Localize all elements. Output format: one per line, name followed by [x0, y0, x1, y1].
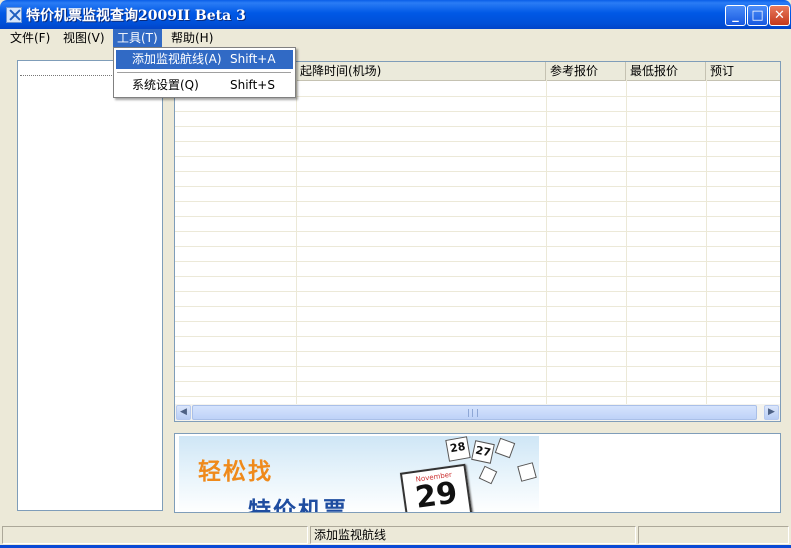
- menu-bar: 文件(F) 视图(V) 工具(T) 帮助(H): [0, 29, 791, 47]
- horizontal-scrollbar[interactable]: ◀ ▶: [175, 404, 780, 421]
- grid-row-line: [175, 276, 780, 277]
- small-calendar-icon: [517, 462, 537, 482]
- menu-item-shortcut: Shift+S: [230, 78, 275, 92]
- menu-tools[interactable]: 工具(T): [113, 29, 162, 47]
- status-bar: 添加监视航线: [0, 525, 791, 545]
- main-window: 特价机票监视查询2009II Beta 3 _ □ ✕ 文件(F) 视图(V) …: [0, 0, 791, 548]
- grid-row-line: [175, 321, 780, 322]
- grid-row-line: [175, 171, 780, 172]
- grid-row-line: [175, 336, 780, 337]
- calendar-day: 29: [413, 475, 460, 513]
- grid-column-line: [546, 80, 547, 404]
- maximize-button[interactable]: □: [747, 5, 768, 26]
- menu-item-add-route[interactable]: 添加监视航线(A) Shift+A: [116, 50, 293, 69]
- grid-row-line: [175, 261, 780, 262]
- close-button[interactable]: ✕: [769, 5, 790, 26]
- ad-banner-image[interactable]: 轻松找 特价机票 28 27 November 29: [179, 436, 539, 513]
- grid-column-line: [706, 80, 707, 404]
- grid-row-line: [175, 111, 780, 112]
- small-calendar-icon: 28: [445, 436, 471, 462]
- scrollbar-grip-icon: [468, 409, 478, 417]
- grid-column-line: [296, 80, 297, 404]
- grid-row-line: [175, 246, 780, 247]
- title-bar[interactable]: 特价机票监视查询2009II Beta 3 _ □ ✕: [0, 0, 791, 29]
- grid-row-line: [175, 366, 780, 367]
- small-calendar-icon: 27: [471, 440, 495, 464]
- menu-item-label: 添加监视航线(A): [132, 52, 222, 66]
- grid-row-line: [175, 306, 780, 307]
- small-calendar-icon: [494, 437, 516, 459]
- column-header-lowest-price[interactable]: 最低报价: [626, 62, 706, 80]
- menu-item-settings[interactable]: 系统设置(Q) Shift+S: [116, 76, 293, 95]
- grid-row-line: [175, 186, 780, 187]
- status-pane-message: 添加监视航线: [310, 526, 636, 544]
- column-header-booking[interactable]: 预订: [706, 62, 780, 80]
- scroll-right-arrow-icon[interactable]: ▶: [764, 405, 779, 420]
- menu-item-label: 系统设置(Q): [132, 78, 199, 92]
- calendar-icon: November 29: [399, 463, 475, 513]
- scrollbar-thumb[interactable]: [192, 405, 757, 420]
- route-tree-panel[interactable]: [17, 60, 163, 511]
- menu-separator: [117, 72, 291, 73]
- ad-slogan-line1: 轻松找: [198, 458, 273, 485]
- minimize-button[interactable]: _: [725, 5, 746, 26]
- status-pane-left: [2, 526, 308, 544]
- results-grid[interactable]: 起降时间(机场) 参考报价 最低报价 预订 ◀ ▶: [174, 61, 781, 422]
- grid-row-line: [175, 201, 780, 202]
- tools-dropdown-menu: 添加监视航线(A) Shift+A 系统设置(Q) Shift+S: [113, 47, 296, 98]
- grid-row-line: [175, 396, 780, 397]
- grid-row-line: [175, 291, 780, 292]
- grid-row-line: [175, 231, 780, 232]
- grid-row-line: [175, 381, 780, 382]
- small-calendar-icon: [478, 465, 498, 485]
- status-pane-right: [638, 526, 789, 544]
- menu-help[interactable]: 帮助(H): [167, 29, 217, 47]
- grid-column-line: [626, 80, 627, 404]
- grid-row-line: [175, 141, 780, 142]
- window-title: 特价机票监视查询2009II Beta 3: [26, 8, 246, 24]
- ad-slogan-line2: 特价机票: [248, 497, 348, 513]
- menu-view[interactable]: 视图(V): [59, 29, 109, 47]
- grid-row-line: [175, 216, 780, 217]
- grid-row-line: [175, 126, 780, 127]
- app-icon[interactable]: [6, 7, 22, 23]
- ad-banner-panel: 轻松找 特价机票 28 27 November 29: [174, 433, 781, 513]
- scroll-left-arrow-icon[interactable]: ◀: [176, 405, 191, 420]
- column-header-ref-price[interactable]: 参考报价: [546, 62, 626, 80]
- menu-file[interactable]: 文件(F): [6, 29, 54, 47]
- grid-row-line: [175, 351, 780, 352]
- column-header-time[interactable]: 起降时间(机场): [296, 62, 546, 80]
- grid-row-line: [175, 156, 780, 157]
- menu-item-shortcut: Shift+A: [230, 52, 276, 66]
